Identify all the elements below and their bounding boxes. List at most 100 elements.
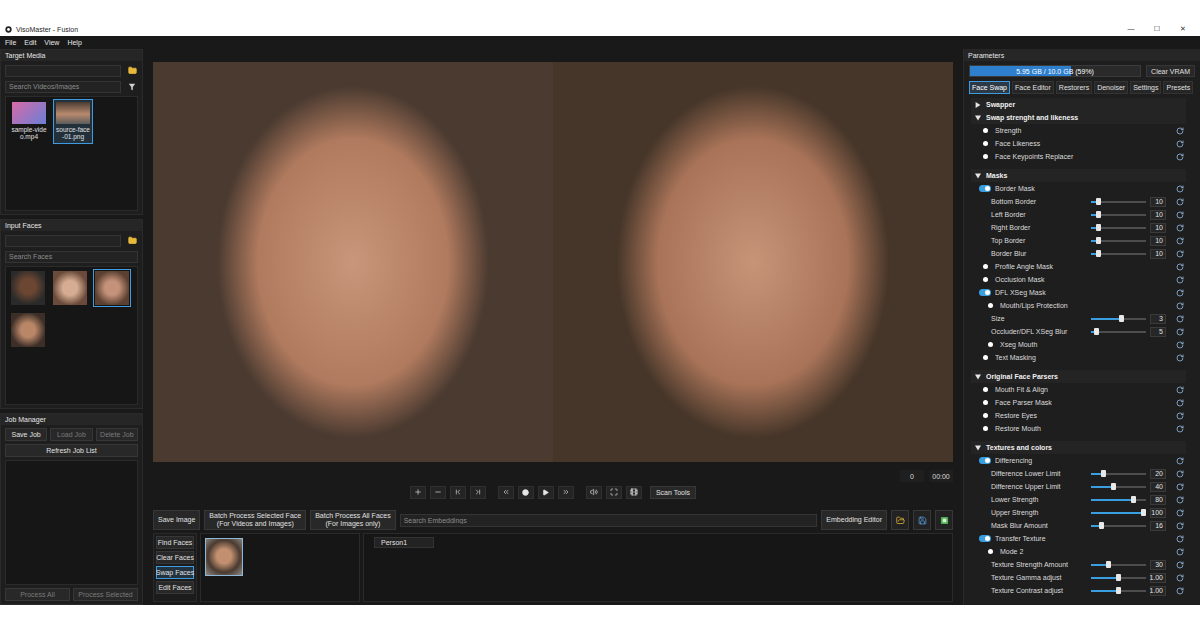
face-thumbnail[interactable] bbox=[9, 311, 47, 349]
job-button[interactable]: Save Job bbox=[5, 428, 47, 441]
embedding-editor-button[interactable]: Embedding Editor bbox=[821, 510, 887, 530]
open-folder-button[interactable] bbox=[126, 236, 138, 245]
reset-button[interactable] bbox=[1174, 561, 1186, 569]
tab[interactable]: Face Editor bbox=[1012, 81, 1054, 94]
reset-icon[interactable] bbox=[1176, 354, 1184, 362]
frame-number[interactable]: 0 bbox=[900, 470, 924, 482]
embedding-item[interactable]: Person1 bbox=[374, 537, 434, 548]
slider[interactable] bbox=[1091, 522, 1146, 529]
reset-button[interactable] bbox=[1174, 412, 1186, 420]
reset-icon[interactable] bbox=[1176, 302, 1184, 310]
toggle[interactable] bbox=[983, 413, 988, 418]
reset-button[interactable] bbox=[1174, 386, 1186, 394]
reset-button[interactable] bbox=[1174, 302, 1186, 310]
fullscreen-button[interactable] bbox=[606, 486, 622, 499]
value-field[interactable]: 20 bbox=[1150, 469, 1166, 479]
path-field[interactable] bbox=[5, 65, 121, 77]
folder-icon[interactable] bbox=[128, 236, 137, 245]
open-embedding-button[interactable] bbox=[891, 510, 909, 530]
toggle[interactable] bbox=[983, 128, 988, 133]
reset-button[interactable] bbox=[1174, 399, 1186, 407]
window-control-button[interactable]: ✕ bbox=[1170, 25, 1196, 33]
search-field[interactable] bbox=[5, 251, 138, 263]
reset-button[interactable] bbox=[1174, 140, 1186, 148]
window-control-button[interactable]: ☐ bbox=[1144, 25, 1170, 33]
job-button[interactable]: Load Job bbox=[50, 428, 92, 441]
reset-icon[interactable] bbox=[1176, 457, 1184, 465]
value-field[interactable]: 10 bbox=[1150, 236, 1166, 246]
reset-icon[interactable] bbox=[1176, 276, 1184, 284]
reset-button[interactable] bbox=[1174, 548, 1186, 556]
reset-icon[interactable] bbox=[1176, 561, 1184, 569]
face-thumbnail[interactable] bbox=[9, 269, 47, 307]
reset-button[interactable] bbox=[1174, 522, 1186, 530]
reset-icon[interactable] bbox=[1176, 185, 1184, 193]
slider[interactable] bbox=[1091, 250, 1146, 257]
reset-button[interactable] bbox=[1174, 263, 1186, 271]
slider[interactable] bbox=[1091, 315, 1146, 322]
compare-button[interactable] bbox=[626, 486, 642, 499]
reset-icon[interactable] bbox=[1176, 224, 1184, 232]
reset-button[interactable] bbox=[1174, 509, 1186, 517]
reset-icon[interactable] bbox=[1176, 535, 1184, 543]
face-thumbnail[interactable] bbox=[51, 269, 89, 307]
reset-icon[interactable] bbox=[1176, 483, 1184, 491]
reset-icon[interactable] bbox=[1176, 522, 1184, 530]
slider[interactable] bbox=[1091, 587, 1146, 594]
menu-item[interactable]: Edit bbox=[24, 39, 36, 46]
value-field[interactable]: 5 bbox=[1150, 327, 1166, 337]
reset-icon[interactable] bbox=[1176, 237, 1184, 245]
reset-button[interactable] bbox=[1174, 289, 1186, 297]
folder-icon[interactable] bbox=[128, 66, 137, 75]
refresh-button[interactable]: Refresh Job List bbox=[5, 444, 138, 457]
process-button[interactable]: Process Selected bbox=[73, 588, 138, 601]
face-tool-button[interactable]: Find Faces bbox=[156, 536, 194, 549]
toggle[interactable] bbox=[979, 535, 991, 542]
tab[interactable]: Restorers bbox=[1056, 81, 1092, 94]
process-button[interactable]: Process All bbox=[5, 588, 70, 601]
toggle[interactable] bbox=[983, 154, 988, 159]
reset-icon[interactable] bbox=[1176, 127, 1184, 135]
face-thumbnail[interactable] bbox=[93, 269, 131, 307]
reset-button[interactable] bbox=[1174, 185, 1186, 193]
toggle[interactable] bbox=[983, 400, 988, 405]
volume-button[interactable] bbox=[586, 486, 602, 499]
reset-icon[interactable] bbox=[1176, 470, 1184, 478]
reset-icon[interactable] bbox=[1176, 140, 1184, 148]
path-field[interactable] bbox=[5, 235, 121, 247]
tab[interactable]: Settings bbox=[1130, 81, 1161, 94]
section-header[interactable]: Swap strenght and likeness bbox=[971, 111, 1186, 124]
reset-icon[interactable] bbox=[1176, 289, 1184, 297]
value-field[interactable]: 10 bbox=[1150, 197, 1166, 207]
value-field[interactable]: 1.00 bbox=[1150, 573, 1166, 583]
record-button[interactable] bbox=[518, 486, 534, 499]
reset-button[interactable] bbox=[1174, 237, 1186, 245]
slider[interactable] bbox=[1091, 328, 1146, 335]
slider[interactable] bbox=[1091, 198, 1146, 205]
slider[interactable] bbox=[1091, 211, 1146, 218]
reset-button[interactable] bbox=[1174, 198, 1186, 206]
toggle[interactable] bbox=[983, 264, 988, 269]
slider[interactable] bbox=[1091, 509, 1146, 516]
media-item[interactable]: source-face-01.png bbox=[53, 99, 93, 144]
job-button[interactable]: Delete Job bbox=[96, 428, 138, 441]
zoom-out-button[interactable] bbox=[430, 486, 446, 499]
toggle[interactable] bbox=[979, 457, 991, 464]
reset-icon[interactable] bbox=[1176, 399, 1184, 407]
value-field[interactable]: 40 bbox=[1150, 482, 1166, 492]
tab[interactable]: Presets bbox=[1163, 81, 1193, 94]
export-embedding-button[interactable] bbox=[935, 510, 953, 530]
reset-button[interactable] bbox=[1174, 328, 1186, 336]
reset-button[interactable] bbox=[1174, 496, 1186, 504]
toggle[interactable] bbox=[983, 277, 988, 282]
value-field[interactable]: 80 bbox=[1150, 495, 1166, 505]
reset-icon[interactable] bbox=[1176, 412, 1184, 420]
reset-icon[interactable] bbox=[1176, 425, 1184, 433]
search-field[interactable] bbox=[5, 81, 121, 93]
rewind-button[interactable] bbox=[498, 486, 514, 499]
value-field[interactable]: 10 bbox=[1150, 210, 1166, 220]
detected-face[interactable] bbox=[205, 538, 243, 576]
reset-button[interactable] bbox=[1174, 315, 1186, 323]
save-image-button[interactable]: Save Image bbox=[153, 510, 200, 530]
play-button[interactable] bbox=[538, 486, 554, 499]
